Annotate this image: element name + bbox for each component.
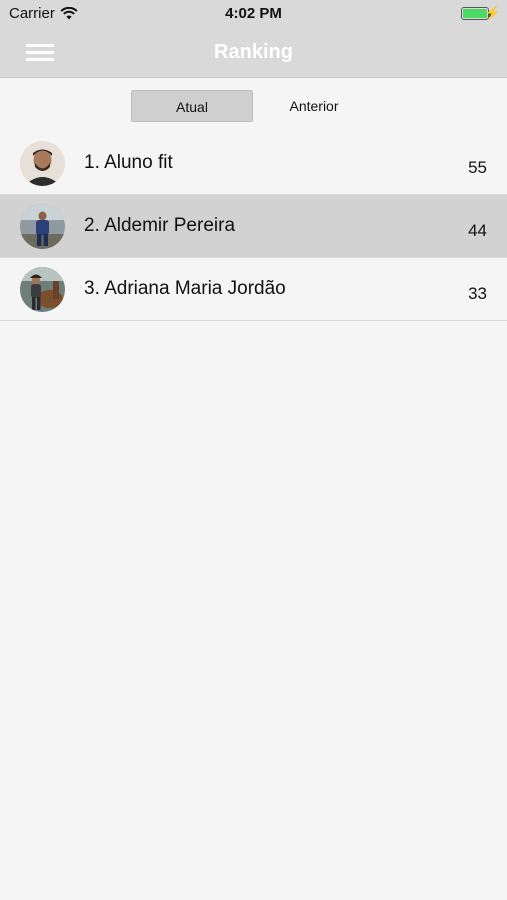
- ranking-name: 3. Adriana Maria Jordão: [84, 278, 286, 299]
- navigation-bar: Ranking: [0, 27, 507, 78]
- ranking-score: 55: [468, 158, 487, 177]
- ranking-score: 44: [468, 221, 487, 240]
- status-time: 4:02 PM: [225, 5, 282, 22]
- avatar: [20, 204, 65, 249]
- tab-atual[interactable]: Atual: [131, 90, 253, 122]
- battery-level: [463, 9, 487, 18]
- ranking-row[interactable]: 3. Adriana Maria Jordão 33: [0, 258, 507, 321]
- avatar: [20, 267, 65, 312]
- avatar: [20, 141, 65, 186]
- ranking-list: 1. Aluno fit 55 2. Aldemir Pereira 44 3.…: [0, 132, 507, 321]
- status-bar: Carrier 4:02 PM ⚡: [0, 0, 507, 27]
- charging-bolt-icon: ⚡: [484, 5, 501, 20]
- ranking-name: 1. Aluno fit: [84, 152, 173, 173]
- tab-anterior[interactable]: Anterior: [253, 90, 375, 122]
- period-segmented-control: Atual Anterior: [131, 90, 376, 122]
- ranking-score: 33: [468, 284, 487, 303]
- ranking-name: 2. Aldemir Pereira: [84, 215, 236, 236]
- ranking-row[interactable]: 1. Aluno fit 55: [0, 132, 507, 195]
- ranking-row[interactable]: 2. Aldemir Pereira 44: [0, 195, 507, 258]
- page-title: Ranking: [214, 41, 293, 63]
